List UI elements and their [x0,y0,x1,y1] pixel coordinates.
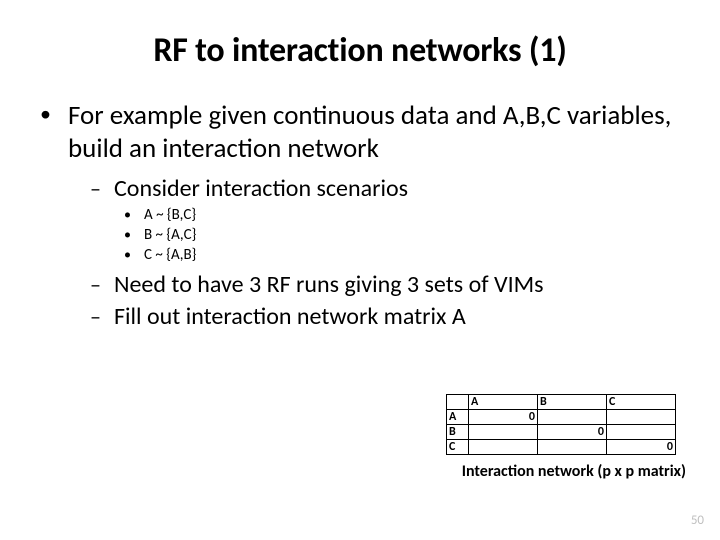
col-header: B [538,395,607,410]
slide: RF to interaction networks (1) • For exa… [0,0,720,540]
bullet-lvl3: • B ~ {A,C} [124,225,686,245]
bullet-text: B ~ {A,C} [144,225,196,245]
bullet-text: C ~ {A,B} [144,245,196,265]
bullet-text: A ~ {B,C} [144,205,196,225]
cell [469,425,538,440]
bullet-lvl2: – Fill out interaction network matrix A [90,303,686,331]
cell [469,440,538,455]
corner-cell [447,395,469,410]
matrix-caption: Interaction network (p x p matrix) [346,462,686,481]
bullet-lvl2: – Need to have 3 RF runs giving 3 sets o… [90,271,686,299]
slide-body: • For example given continuous data and … [34,99,686,331]
bullet-dash: – [90,175,114,203]
row-header: C [447,440,469,455]
bullet-dot-small: • [124,205,144,225]
cell: 0 [607,440,676,455]
matrix-table-wrap: A B C A 0 B 0 C 0 [446,394,676,455]
slide-title: RF to interaction networks (1) [34,30,686,71]
table-row: A B C [447,395,676,410]
cell [538,410,607,425]
bullet-text: Need to have 3 RF runs giving 3 sets of … [114,271,544,299]
bullet-lvl3: • A ~ {B,C} [124,205,686,225]
bullet-dot-small: • [124,245,144,265]
cell [607,425,676,440]
bullet-lvl1: • For example given continuous data and … [40,99,686,331]
bullet-text: For example given continuous data and A,… [68,99,686,165]
bullet-dash: – [90,303,114,331]
interaction-matrix: A B C A 0 B 0 C 0 [446,394,676,455]
row-header: A [447,410,469,425]
col-header: C [607,395,676,410]
col-header: A [469,395,538,410]
bullet-lvl2: – Consider interaction scenarios • A ~ {… [90,175,686,265]
bullet-text: Consider interaction scenarios [114,175,408,203]
bullet-dash: – [90,271,114,299]
cell [607,410,676,425]
cell: 0 [469,410,538,425]
table-row: C 0 [447,440,676,455]
bullet-lvl3: • C ~ {A,B} [124,245,686,265]
table-row: B 0 [447,425,676,440]
page-number: 50 [691,513,704,528]
table-row: A 0 [447,410,676,425]
row-header: B [447,425,469,440]
bullet-dot-small: • [124,225,144,245]
cell [538,440,607,455]
bullet-text: Fill out interaction network matrix A [114,303,466,331]
cell: 0 [538,425,607,440]
bullet-dot: • [40,99,68,129]
